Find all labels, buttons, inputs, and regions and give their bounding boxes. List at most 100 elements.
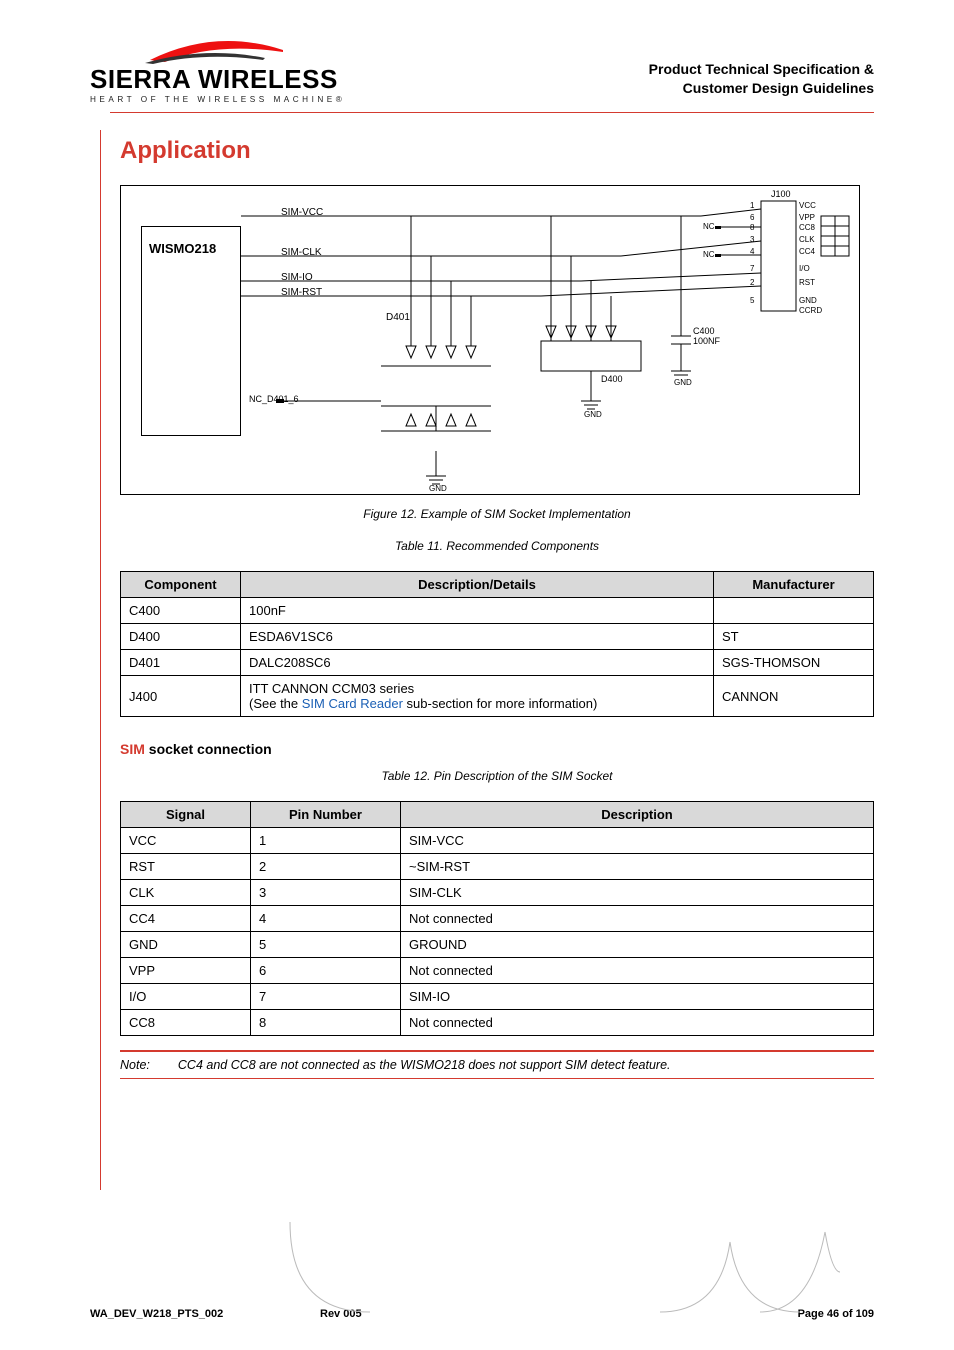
- table-row: VPP6Not connected: [121, 958, 874, 984]
- cell: 3: [251, 880, 401, 906]
- table-row: CLK3SIM-CLK: [121, 880, 874, 906]
- pin-8: 8: [750, 223, 754, 232]
- pname-ccrd: CCRD: [799, 306, 822, 315]
- document-title: Product Technical Specification & Custom…: [649, 40, 874, 98]
- note-rule-top: [120, 1050, 874, 1052]
- page-footer: WA_DEV_W218_PTS_002 Rev 005 Page 46 of 1…: [90, 1308, 874, 1320]
- label-nc-2: NC: [703, 250, 715, 259]
- brand-top: SIERRA: [90, 64, 190, 94]
- table11-caption: Table 11. Recommended Components: [120, 539, 874, 553]
- note-text: CC4 and CC8 are not connected as the WIS…: [178, 1058, 671, 1072]
- footer-rev: Rev 005: [320, 1308, 362, 1320]
- pname-vcc: VCC: [799, 201, 816, 210]
- j400-line1: ITT CANNON CCM03 series: [249, 681, 414, 696]
- cell: Not connected: [401, 958, 874, 984]
- cell: SIM-IO: [401, 984, 874, 1010]
- label-sim-vcc: SIM-VCC: [281, 207, 323, 218]
- cell: GROUND: [401, 932, 874, 958]
- schematic-figure: WISMO218: [120, 185, 860, 495]
- pin-5: 5: [750, 296, 754, 305]
- cell: CC4: [121, 906, 251, 932]
- label-sim-io: SIM-IO: [281, 272, 313, 283]
- sim-card-reader-link[interactable]: SIM Card Reader: [302, 696, 403, 711]
- label-d401: D401: [386, 312, 410, 323]
- pname-io: I/O: [799, 264, 810, 273]
- table-row: D401 DALC208SC6 SGS-THOMSON: [121, 650, 874, 676]
- cell: 8: [251, 1010, 401, 1036]
- cell-manu: ST: [714, 624, 874, 650]
- label-c400: C400: [693, 326, 715, 336]
- brand-logo: SIERRA WIRELESS HEART OF THE WIRELESS MA…: [90, 40, 400, 104]
- label-gnd-3: GND: [674, 378, 692, 387]
- pname-cc8: CC8: [799, 223, 815, 232]
- cell: 5: [251, 932, 401, 958]
- brand-name: SIERRA WIRELESS: [90, 66, 400, 92]
- pin-3: 3: [750, 235, 754, 244]
- pname-clk: CLK: [799, 235, 815, 244]
- cell-desc: ESDA6V1SC6: [241, 624, 714, 650]
- note-block: Note: CC4 and CC8 are not connected as t…: [120, 1050, 874, 1079]
- table-row: CC44Not connected: [121, 906, 874, 932]
- label-d400: D400: [601, 374, 623, 384]
- th-manufacturer: Manufacturer: [714, 572, 874, 598]
- th-pin: Pin Number: [251, 802, 401, 828]
- table-row: VCC1SIM-VCC: [121, 828, 874, 854]
- logo-swoosh-icon: [145, 40, 285, 64]
- brand-tagline: HEART OF THE WIRELESS MACHINE®: [90, 95, 400, 104]
- label-j100: J100: [771, 189, 791, 199]
- cell-desc: ITT CANNON CCM03 series (See the SIM Car…: [241, 676, 714, 717]
- note-rule-bottom: [120, 1078, 874, 1079]
- cell: 4: [251, 906, 401, 932]
- cell-desc: DALC208SC6: [241, 650, 714, 676]
- table-row: RST2~SIM-RST: [121, 854, 874, 880]
- cell: VPP: [121, 958, 251, 984]
- th-signal: Signal: [121, 802, 251, 828]
- footer-page: Page 46 of 109: [798, 1308, 874, 1320]
- cell-desc: 100nF: [241, 598, 714, 624]
- label-sim-rst: SIM-RST: [281, 287, 322, 298]
- cell: GND: [121, 932, 251, 958]
- j400-post: sub-section for more information): [403, 696, 597, 711]
- cell: RST: [121, 854, 251, 880]
- cell-comp: D400: [121, 624, 241, 650]
- components-table: Component Description/Details Manufactur…: [120, 571, 874, 717]
- table-row: J400 ITT CANNON CCM03 series (See the SI…: [121, 676, 874, 717]
- pname-gnd: GND: [799, 296, 817, 305]
- label-nc-1: NC: [703, 222, 715, 231]
- label-gnd-2: GND: [584, 410, 602, 419]
- footer-docid: WA_DEV_W218_PTS_002: [90, 1308, 223, 1320]
- cell-comp: D401: [121, 650, 241, 676]
- brand-bottom: WIRELESS: [198, 64, 338, 94]
- cell: SIM-VCC: [401, 828, 874, 854]
- schematic-svg: [121, 186, 860, 495]
- th-details: Description/Details: [241, 572, 714, 598]
- table-row: GND5GROUND: [121, 932, 874, 958]
- label-sim-clk: SIM-CLK: [281, 247, 322, 258]
- subhead-rest: socket connection: [145, 741, 272, 757]
- table-row: C400 100nF: [121, 598, 874, 624]
- sim-socket-table: Signal Pin Number Description VCC1SIM-VC…: [120, 801, 874, 1036]
- cell: Not connected: [401, 1010, 874, 1036]
- pin-7: 7: [750, 264, 754, 273]
- th-component: Component: [121, 572, 241, 598]
- table-row: CC88Not connected: [121, 1010, 874, 1036]
- cell-manu: CANNON: [714, 676, 874, 717]
- cell: 1: [251, 828, 401, 854]
- cell-manu: [714, 598, 874, 624]
- header-divider: [110, 112, 874, 113]
- cell: 2: [251, 854, 401, 880]
- doc-title-line1: Product Technical Specification &: [649, 60, 874, 79]
- label-gnd-1: GND: [429, 484, 447, 493]
- cell-comp: C400: [121, 598, 241, 624]
- pname-rst: RST: [799, 278, 815, 287]
- cell: Not connected: [401, 906, 874, 932]
- cell: 6: [251, 958, 401, 984]
- sim-socket-subhead: SIM socket connection: [120, 741, 874, 757]
- cell-comp: J400: [121, 676, 241, 717]
- note-label: Note:: [120, 1058, 150, 1072]
- cell: CLK: [121, 880, 251, 906]
- figure-caption: Figure 12. Example of SIM Socket Impleme…: [120, 507, 874, 521]
- cell: ~SIM-RST: [401, 854, 874, 880]
- cell-manu: SGS-THOMSON: [714, 650, 874, 676]
- pin-6: 6: [750, 213, 754, 222]
